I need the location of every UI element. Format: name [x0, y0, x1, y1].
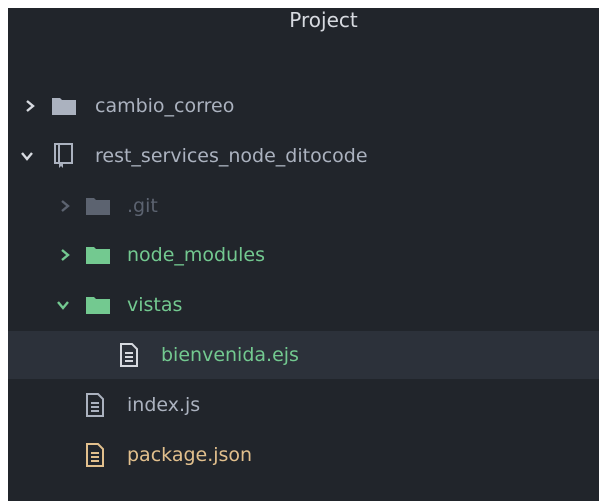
- chevron-right-icon[interactable]: [23, 99, 37, 113]
- tree-item-git[interactable]: .git: [8, 182, 599, 230]
- tree-item-label: node_modules: [127, 244, 266, 266]
- folder-icon: [51, 96, 77, 116]
- folder-icon: [85, 245, 111, 265]
- tree-item-rest-services-node-ditocode[interactable]: rest_services_node_ditocode: [8, 132, 599, 180]
- tree-item-label: cambio_correo: [95, 95, 235, 117]
- file-text-icon: [85, 443, 105, 467]
- tree-item-label: .git: [127, 195, 158, 217]
- chevron-right-icon[interactable]: [58, 199, 72, 213]
- tree-item-vistas[interactable]: vistas: [8, 281, 599, 329]
- chevron-right-icon[interactable]: [58, 248, 72, 262]
- tree-item-package-json[interactable]: package.json: [8, 431, 599, 479]
- folder-icon: [85, 295, 111, 315]
- tree-item-cambio-correo[interactable]: cambio_correo: [8, 82, 599, 130]
- tree-item-index-js[interactable]: index.js: [8, 381, 599, 429]
- folder-icon: [85, 196, 111, 216]
- project-panel: Project cambio_correo rest_services_node…: [8, 8, 599, 501]
- tree-item-label: vistas: [127, 294, 183, 316]
- tree-item-label: package.json: [127, 444, 253, 466]
- tree-item-label: rest_services_node_ditocode: [95, 145, 368, 167]
- tree-item-bienvenida-ejs[interactable]: bienvenida.ejs: [8, 331, 599, 379]
- tree-item-node-modules[interactable]: node_modules: [8, 231, 599, 279]
- chevron-down-icon[interactable]: [20, 149, 34, 163]
- chevron-down-icon[interactable]: [56, 298, 70, 312]
- file-text-icon: [119, 343, 139, 367]
- repo-icon: [53, 143, 75, 169]
- panel-title: Project: [289, 8, 358, 32]
- tree-item-label: bienvenida.ejs: [161, 344, 299, 366]
- tree-item-label: index.js: [127, 394, 201, 416]
- file-text-icon: [85, 393, 105, 417]
